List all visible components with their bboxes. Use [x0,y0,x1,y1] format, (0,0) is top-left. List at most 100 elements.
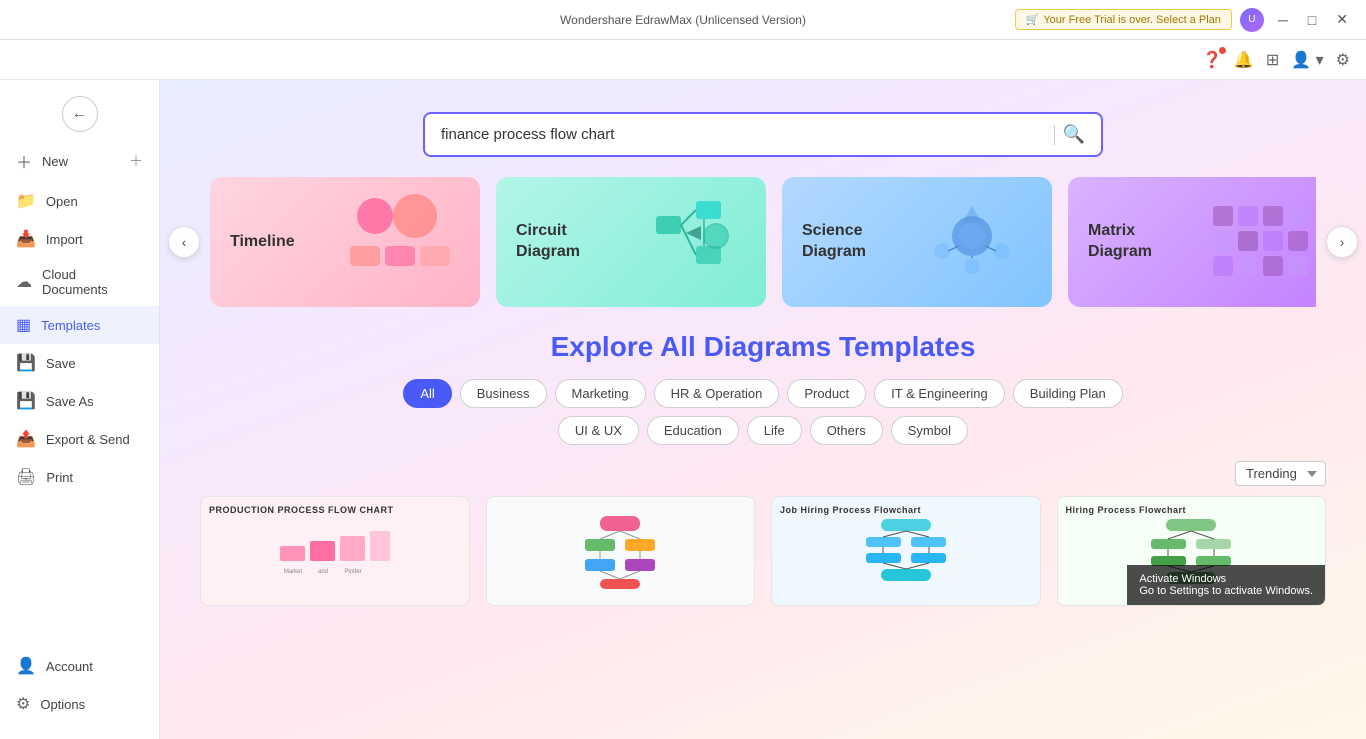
import-icon: 📥 [16,229,36,249]
card-title-matrix: Matrix Diagram [1088,221,1198,263]
filter-hr[interactable]: HR & Operation [654,379,780,408]
sidebar-item-import[interactable]: 📥 Import [0,220,159,258]
filter-row-1: All Business Marketing HR & Operation Pr… [200,379,1326,408]
new-plus-icon: ＋ [129,151,143,171]
account-icon: 👤 [16,656,36,676]
back-button-wrapper[interactable]: ← [0,88,159,140]
chevron-left-icon: ‹ [182,234,187,250]
sidebar-item-account[interactable]: 👤 Account [0,647,159,685]
sidebar-item-templates[interactable]: ▦ Templates [0,306,159,344]
back-button[interactable]: ← [62,96,98,132]
explore-section: Explore All Diagrams Templates All Busin… [160,331,1366,445]
svg-text:and: and [318,569,328,575]
filter-symbol[interactable]: Symbol [891,416,968,445]
search-section: 🔍 [160,80,1366,177]
export-icon: 📤 [16,429,36,449]
maximize-button[interactable]: □ [1302,10,1322,30]
filter-business[interactable]: Business [460,379,547,408]
template-card-1[interactable]: PRODUCTION PROCESS FLOW CHART Market and… [200,496,470,606]
sort-row: Trending Newest Popular [160,461,1366,496]
card-visual-timeline [340,191,460,293]
search-button[interactable]: 🔍 [1063,124,1085,145]
sidebar-label-account: Account [46,659,93,674]
templates-icon: ▦ [16,315,31,335]
user-icon[interactable]: 👤 ▾ [1291,50,1323,70]
sort-select[interactable]: Trending Newest Popular [1235,461,1326,486]
sidebar-spacer [0,496,159,647]
sidebar-item-save[interactable]: 💾 Save [0,344,159,382]
search-input[interactable] [441,126,1046,143]
community-icon[interactable]: ⊞ [1266,50,1279,70]
filter-education[interactable]: Education [647,416,739,445]
sidebar-item-open[interactable]: 📁 Open [0,182,159,220]
filter-life[interactable]: Life [747,416,802,445]
sidebar-item-saveas[interactable]: 💾 Save As [0,382,159,420]
sidebar-label-saveas: Save As [46,394,94,409]
sidebar-item-new[interactable]: ＋ New ＋ [0,140,159,182]
sidebar-label-open: Open [46,194,78,209]
card-visual-matrix [1198,191,1316,293]
sidebar-label-print: Print [46,470,73,485]
template-card-2[interactable] [486,496,756,606]
template-card-4[interactable]: Hiring Process Flowchart [1057,496,1327,606]
back-icon: ← [72,105,88,123]
explore-title: Explore All Diagrams Templates [200,331,1326,363]
card-title-timeline: Timeline [230,232,295,253]
carousel-card-circuit[interactable]: Circuit Diagram [496,177,766,307]
sidebar-label-cloud: Cloud Documents [42,267,143,297]
print-icon: 🖨 [16,467,36,487]
open-icon: 📁 [16,191,36,211]
explore-prefix: Explore [551,331,660,362]
filter-it[interactable]: IT & Engineering [874,379,1005,408]
template-label-3: Job Hiring Process Flowchart [780,505,921,515]
filter-product[interactable]: Product [787,379,866,408]
help-icon[interactable]: ❓ [1202,50,1222,70]
sidebar-item-cloud[interactable]: ☁ Cloud Documents [0,258,159,306]
filter-building[interactable]: Building Plan [1013,379,1123,408]
sidebar-label-export: Export & Send [46,432,130,447]
close-button[interactable]: ✕ [1330,9,1354,30]
carousel-prev-button[interactable]: ‹ [168,226,200,258]
titlebar: Wondershare EdrawMax (Unlicensed Version… [0,0,1366,40]
main-layout: ← ＋ New ＋ 📁 Open 📥 Import ☁ Cloud Docume… [0,80,1366,739]
sidebar-bottom: 👤 Account ⚙ Options [0,647,159,731]
carousel-card-matrix[interactable]: Matrix Diagram [1068,177,1316,307]
cart-icon: 🛒 [1026,13,1040,26]
sidebar-item-print[interactable]: 🖨 Print [0,458,159,496]
carousel-next-button[interactable]: › [1326,226,1358,258]
help-badge [1219,47,1226,54]
titlebar-app-name: Wondershare EdrawMax (Unlicensed Version… [560,13,806,27]
carousel-card-science[interactable]: Science Diagram [782,177,1052,307]
sidebar-item-export[interactable]: 📤 Export & Send [0,420,159,458]
sidebar: ← ＋ New ＋ 📁 Open 📥 Import ☁ Cloud Docume… [0,80,160,739]
carousel-card-timeline[interactable]: Timeline [210,177,480,307]
titlebar-right: 🛒 Your Free Trial is over. Select a Plan… [1015,8,1354,32]
settings-icon[interactable]: ⚙ [1336,50,1350,70]
svg-text:Market: Market [284,569,303,575]
card-visual-circuit [626,191,746,293]
cloud-icon: ☁ [16,272,32,292]
template-card-3[interactable]: Job Hiring Process Flowchart [771,496,1041,606]
sidebar-label-options: Options [40,697,85,712]
svg-text:Plotter: Plotter [344,569,361,575]
sidebar-label-import: Import [46,232,83,247]
sidebar-label-save: Save [46,356,76,371]
filter-others[interactable]: Others [810,416,883,445]
template-inner-2 [487,497,755,605]
sidebar-label-templates: Templates [41,318,100,333]
filter-all[interactable]: All [403,379,451,408]
notification-icon[interactable]: 🔔 [1234,50,1254,70]
trial-button[interactable]: 🛒 Your Free Trial is over. Select a Plan [1015,9,1232,30]
filter-marketing[interactable]: Marketing [555,379,646,408]
avatar-initials: U [1248,14,1255,25]
card-title-circuit: Circuit Diagram [516,221,626,263]
sidebar-item-options[interactable]: ⚙ Options [0,685,159,723]
avatar[interactable]: U [1240,8,1264,32]
chevron-right-icon: › [1340,234,1345,250]
new-icon: ＋ [16,149,32,173]
filter-uiux[interactable]: UI & UX [558,416,639,445]
minimize-button[interactable]: ─ [1272,10,1294,30]
card-title-science: Science Diagram [802,221,912,263]
trial-text: Your Free Trial is over. Select a Plan [1043,14,1221,26]
carousel-track: Timeline Circuit Diagram [210,177,1316,307]
